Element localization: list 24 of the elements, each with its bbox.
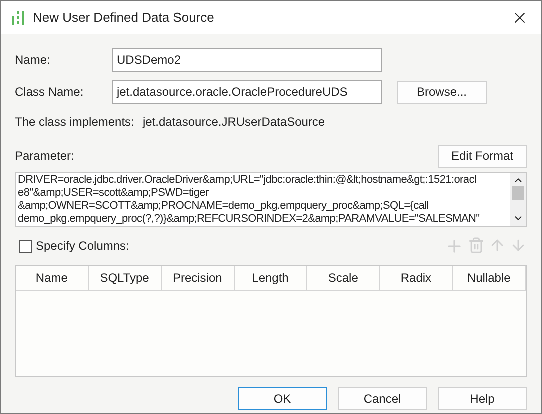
field-label: Class Name:	[15, 84, 85, 101]
browse-button[interactable]: Browse...	[397, 80, 487, 104]
column-header[interactable]: SQLType	[88, 266, 162, 290]
column-header[interactable]: Nullable	[453, 266, 526, 290]
dialog-button[interactable]: OK	[238, 387, 327, 410]
checkbox-label[interactable]: Specify Columns:	[36, 237, 130, 255]
scrollbar[interactable]	[510, 173, 526, 226]
class-name-field[interactable]: jet.datasource.oracle.OracleProcedureUDS	[112, 80, 382, 104]
edit-format-button[interactable]: Edit Format	[438, 144, 527, 168]
column-header[interactable]: Name	[16, 266, 89, 290]
implements-label: The class implements:	[15, 114, 136, 131]
checkbox[interactable]	[19, 240, 32, 252]
field-label: Name:	[15, 52, 52, 69]
parameter-label: Parameter:	[15, 148, 74, 165]
column-header[interactable]: Radix	[380, 266, 454, 290]
implements-value: jet.datasource.JRUserDataSource	[143, 114, 326, 131]
column-header[interactable]: Length	[234, 266, 308, 290]
dialog-button[interactable]: Cancel	[338, 387, 427, 410]
name-field[interactable]: UDSDemo2	[112, 48, 382, 72]
app-icon	[11, 10, 25, 26]
column-header[interactable]: Scale	[307, 266, 380, 290]
window-title: New User Defined Data Source	[33, 8, 216, 27]
column-header[interactable]: Precision	[162, 266, 235, 290]
dialog-button[interactable]: Help	[438, 387, 527, 410]
